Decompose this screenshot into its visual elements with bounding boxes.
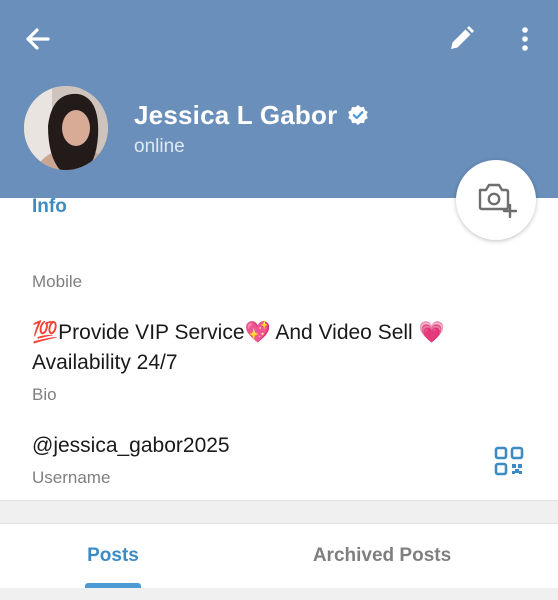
username-value[interactable]: @jessica_gabor2025 (32, 431, 230, 460)
bio-label: Bio (32, 385, 57, 404)
pencil-icon (451, 26, 474, 49)
camera-add-icon (478, 183, 518, 219)
section-divider (0, 500, 558, 524)
set-photo-button[interactable] (456, 160, 536, 240)
username-label: Username (32, 468, 111, 487)
profile-name: Jessica L Gabor (134, 99, 338, 130)
profile-photo (24, 86, 108, 170)
vertical-dots-icon (522, 27, 528, 51)
bio-text-line-2[interactable]: Availability 24/7 (32, 348, 178, 377)
arrow-left-icon (26, 28, 50, 50)
tab-archived-posts[interactable]: Archived Posts (270, 523, 494, 588)
media-tabs: Posts Archived Posts (0, 523, 558, 588)
back-button[interactable] (18, 22, 58, 56)
verified-check-icon (347, 104, 369, 126)
qr-code-button[interactable] (492, 444, 526, 478)
qr-code-icon (494, 446, 524, 476)
name-row: Jessica L Gabor (134, 98, 369, 132)
edit-button[interactable] (444, 22, 478, 56)
tab-posts[interactable]: Posts (0, 523, 226, 588)
info-section-title: Info (32, 196, 67, 217)
mobile-label: Mobile (32, 272, 83, 291)
online-status: online (134, 136, 185, 157)
more-options-button[interactable] (514, 22, 536, 56)
bottom-divider (0, 588, 558, 600)
avatar[interactable] (24, 86, 108, 170)
bio-text-line-1[interactable]: 💯Provide VIP Service💖 And Video Sell 💗 (32, 318, 445, 347)
